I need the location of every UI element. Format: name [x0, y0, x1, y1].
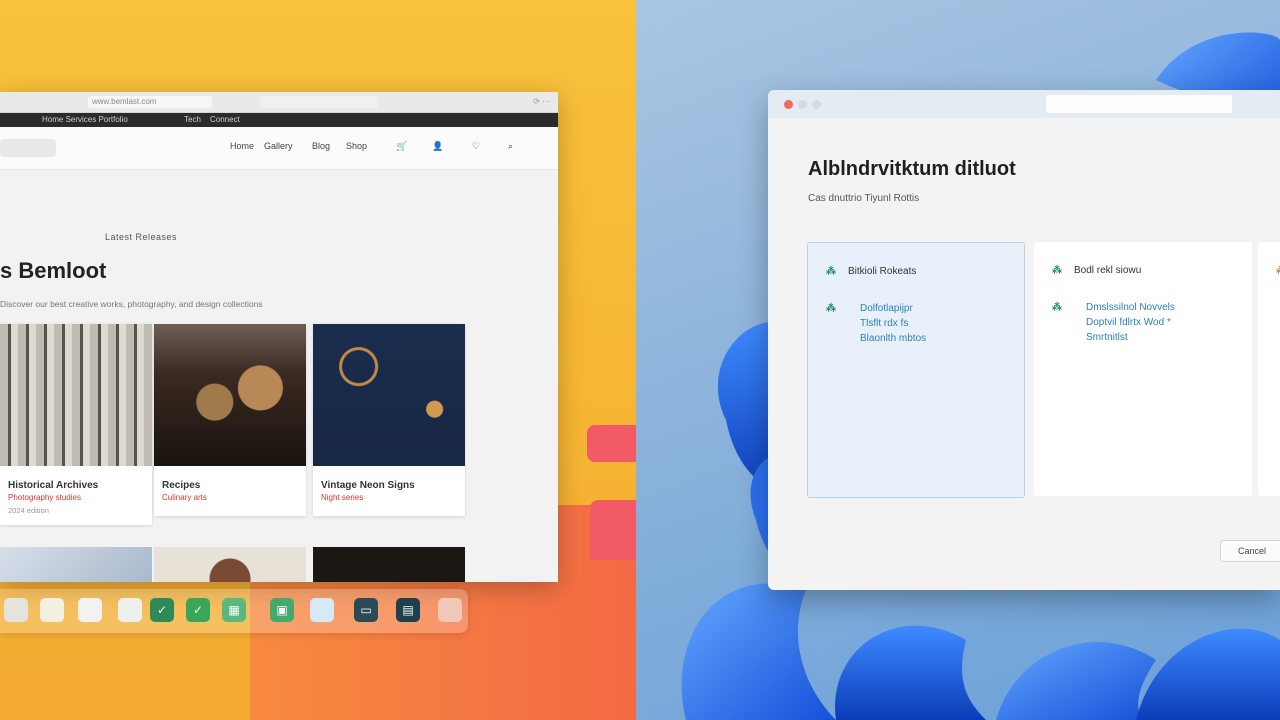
card-date	[313, 502, 465, 516]
browser-window: www.bemlast.com ⟳ ⋯ Home Services Portfo…	[0, 92, 558, 582]
folder-icon[interactable]: ▣	[270, 598, 294, 622]
grid-icon: ⁂	[826, 303, 836, 314]
gallery-card[interactable]: Historical Archives Photography studies …	[0, 324, 152, 525]
gallery-card-image[interactable]	[154, 547, 306, 582]
network-icon[interactable]: ✓	[186, 598, 210, 622]
gallery-card-image[interactable]	[313, 547, 465, 582]
site-topnav: Home Services Portfolio Tech Connect	[0, 113, 558, 127]
settings-panel[interactable]: ⁂ Bodl rekl siowu ⁂ Dmslssilnol Novvels D…	[1034, 242, 1252, 496]
monitor-icon[interactable]: ▭	[354, 598, 378, 622]
grid-icon: ⁂	[1052, 302, 1062, 313]
site-header: Home Gallery Blog Shop 🛒 👤 ♡ ⌕	[0, 127, 558, 170]
grid-icon: ⁂	[826, 266, 836, 277]
nav-link-gallery[interactable]: Gallery	[264, 141, 293, 151]
card-meta: Culinary arts	[162, 493, 207, 502]
app-dock: ✓ ✓ ▦ ▣ ▭ ▤	[0, 589, 468, 633]
search-input[interactable]	[1046, 95, 1232, 113]
paper-icon[interactable]	[78, 598, 102, 622]
panel-link[interactable]: Smrtnitlst	[1052, 330, 1175, 345]
spreadsheet-icon[interactable]	[118, 598, 142, 622]
gallery-card-image[interactable]	[0, 547, 152, 582]
window-titlebar	[768, 90, 1280, 118]
calculator-icon[interactable]: ▦	[222, 598, 246, 622]
toolbar-icons[interactable]: ⟳ ⋯	[533, 97, 550, 106]
gallery-card[interactable]: Recipes Culinary arts	[154, 324, 306, 516]
minimize-icon[interactable]	[798, 100, 807, 109]
gallery-card[interactable]: Vintage Neon Signs Night series	[313, 324, 465, 516]
panel-heading: Bitkioli Rokeats	[848, 266, 917, 277]
grid-icon: ⁂	[1276, 265, 1280, 276]
checklist-icon[interactable]: ✓	[150, 598, 174, 622]
card-date: 2024 edition	[8, 506, 49, 515]
card-title: Recipes	[162, 480, 201, 491]
topnav-link[interactable]: Tech	[184, 115, 201, 124]
nav-link-shop[interactable]: Shop	[346, 141, 367, 151]
heart-icon[interactable]: ♡	[472, 141, 480, 152]
card-meta: Night series	[321, 493, 364, 502]
settings-panel-partial[interactable]: ⁂	[1258, 242, 1280, 496]
nav-link-blog[interactable]: Blog	[312, 141, 330, 151]
user-icon[interactable]: 👤	[432, 141, 443, 152]
close-icon[interactable]	[784, 100, 793, 109]
cancel-button[interactable]: Cancel	[1220, 540, 1280, 562]
pink-accent-lower	[590, 500, 636, 560]
grid-icon: ⁂	[1052, 265, 1062, 276]
site-logo[interactable]	[0, 139, 56, 157]
settings-panel[interactable]: ⁂ Bitkioli Rokeats ⁂ Dolfotlapijpr Tlsflt…	[807, 242, 1025, 498]
hero-title: s Bemloot	[0, 258, 107, 283]
notes-icon[interactable]	[40, 598, 64, 622]
card-date	[154, 502, 306, 516]
card-title: Vintage Neon Signs	[321, 480, 415, 491]
card-title: Historical Archives	[8, 480, 99, 491]
browser-tab[interactable]	[260, 96, 378, 108]
terminal-icon[interactable]	[310, 598, 334, 622]
section-kicker: Latest Releases	[105, 232, 178, 242]
hero-subtitle: Discover our best creative works, photog…	[0, 299, 263, 309]
page-subtitle: Cas dnuttrio Tiyunl Rottis	[808, 193, 920, 204]
cart-icon[interactable]: 🛒	[396, 141, 407, 152]
panel-link[interactable]: Tlsflt rdx fs	[826, 316, 926, 331]
search-icon[interactable]: ⌕	[508, 141, 513, 152]
card-image	[0, 324, 152, 466]
doc-icon[interactable]	[4, 598, 28, 622]
panel-link[interactable]: Dmslssilnol Novvels	[1052, 300, 1175, 315]
nav-link-home[interactable]: Home	[230, 141, 254, 151]
trash-icon[interactable]	[438, 598, 462, 622]
panel-heading: Bodl rekl siowu	[1074, 265, 1142, 276]
pink-accent	[587, 425, 636, 462]
panel-link[interactable]: Blaonlth mbtos	[826, 331, 926, 346]
image-icon[interactable]: ▤	[396, 598, 420, 622]
panel-link[interactable]: Dolfotlapijpr	[826, 301, 926, 316]
page-title: Alblndrvitktum ditluot	[808, 158, 1016, 180]
card-meta: Photography studies	[8, 493, 81, 502]
panel-link[interactable]: Doptvil fdlrtx Wod *	[1052, 315, 1175, 330]
maximize-icon[interactable]	[812, 100, 821, 109]
card-image	[313, 324, 465, 466]
settings-window: Alblndrvitktum ditluot Cas dnuttrio Tiyu…	[768, 90, 1280, 590]
card-image	[154, 324, 306, 466]
topnav-link[interactable]: Connect	[210, 115, 240, 124]
browser-titlebar: www.bemlast.com ⟳ ⋯	[0, 92, 558, 113]
address-bar[interactable]: www.bemlast.com	[88, 96, 212, 108]
topnav-link[interactable]: Home Services Portfolio	[42, 115, 128, 124]
